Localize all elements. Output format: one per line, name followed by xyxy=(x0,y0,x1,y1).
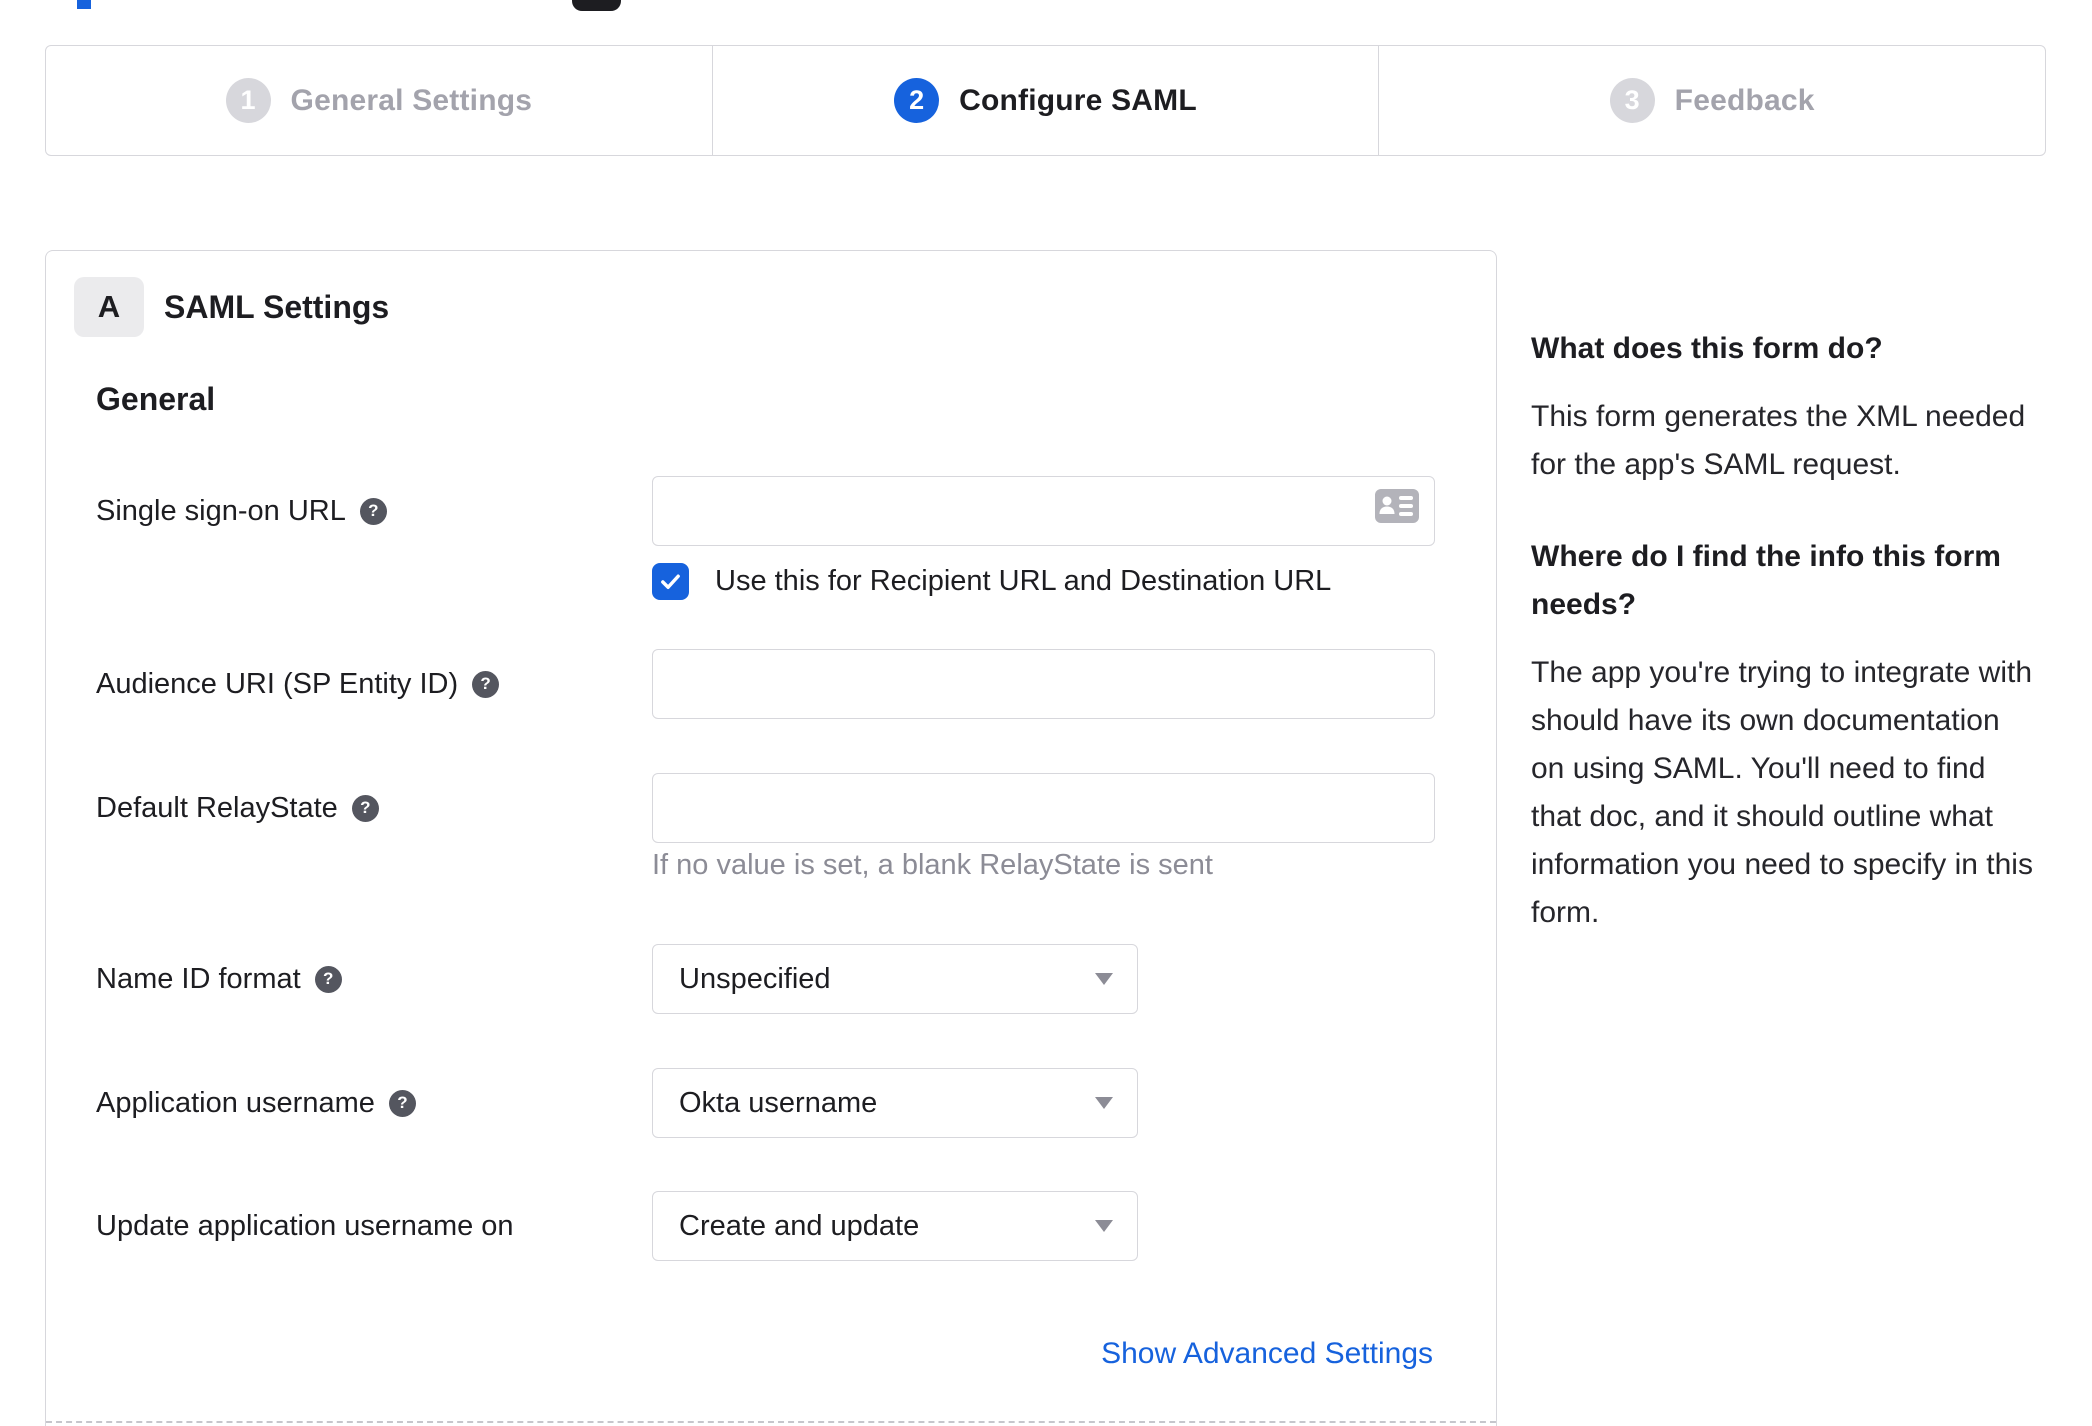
name-id-format-select[interactable]: Unspecified xyxy=(652,944,1138,1014)
audience-uri-input[interactable] xyxy=(652,649,1435,719)
help-heading-what: What does this form do? xyxy=(1531,332,1883,365)
step-configure-saml[interactable]: 2 Configure SAML xyxy=(711,46,1379,155)
relay-state-label: Default RelayState ? xyxy=(96,773,379,843)
show-advanced-settings-link[interactable]: Show Advanced Settings xyxy=(1101,1337,1433,1371)
help-sidebar: What does this form do? This form genera… xyxy=(1531,325,2036,937)
step-2-label: Configure SAML xyxy=(959,83,1197,117)
app-username-label-text: Application username xyxy=(96,1086,375,1119)
checkmark-icon xyxy=(661,574,680,589)
sso-url-input[interactable] xyxy=(652,476,1435,546)
step-3-number-badge: 3 xyxy=(1609,78,1655,123)
audience-uri-label: Audience URI (SP Entity ID) ? xyxy=(96,649,500,719)
cutoff-blue-fragment xyxy=(77,0,91,9)
cutoff-app-logo-fragment xyxy=(572,0,621,11)
step-1-label: General Settings xyxy=(290,83,533,117)
update-app-username-select[interactable]: Create and update xyxy=(652,1191,1138,1261)
chevron-down-icon xyxy=(1095,973,1113,985)
update-app-username-value: Create and update xyxy=(679,1209,920,1242)
name-id-format-label: Name ID format ? xyxy=(96,944,342,1014)
update-app-username-label: Update application username on xyxy=(96,1191,514,1261)
wizard-stepper: 1 General Settings 2 Configure SAML 3 Fe… xyxy=(45,45,2046,156)
help-heading-where: Where do I find the info this form needs… xyxy=(1531,540,2001,621)
name-id-format-help-icon[interactable]: ? xyxy=(314,965,342,993)
audience-uri-help-icon[interactable]: ? xyxy=(472,670,500,698)
help-para-what: This form generates the XML needed for t… xyxy=(1531,400,2026,481)
name-id-format-value: Unspecified xyxy=(679,962,831,995)
saml-settings-panel: A SAML Settings General Single sign-on U… xyxy=(45,250,1497,1426)
step-feedback[interactable]: 3 Feedback xyxy=(1378,46,2045,155)
recipient-url-checkbox-row: Use this for Recipient URL and Destinati… xyxy=(652,561,1331,601)
chevron-down-icon xyxy=(1095,1220,1113,1232)
app-username-select[interactable]: Okta username xyxy=(652,1068,1138,1138)
sso-url-input-wrap xyxy=(652,476,1435,546)
saml-setup-wizard-screen: 1 General Settings 2 Configure SAML 3 Fe… xyxy=(0,0,2092,1426)
section-title: SAML Settings xyxy=(164,288,390,325)
general-group-heading: General xyxy=(96,381,216,417)
help-para-where: The app you're trying to integrate with … xyxy=(1531,656,2033,929)
audience-uri-label-text: Audience URI (SP Entity ID) xyxy=(96,667,459,700)
relay-state-help-icon[interactable]: ? xyxy=(351,794,379,822)
section-a-badge: A xyxy=(74,277,144,337)
step-3-label: Feedback xyxy=(1674,83,1815,117)
step-2-number-badge: 2 xyxy=(894,78,940,123)
app-username-help-icon[interactable]: ? xyxy=(388,1089,416,1117)
sso-url-label: Single sign-on URL ? xyxy=(96,476,387,546)
relay-state-label-text: Default RelayState xyxy=(96,791,338,824)
step-1-number-badge: 1 xyxy=(225,78,271,123)
recipient-url-checkbox-label: Use this for Recipient URL and Destinati… xyxy=(715,564,1332,597)
section-dashed-divider xyxy=(46,1421,1496,1423)
update-app-username-label-text: Update application username on xyxy=(96,1209,514,1242)
name-id-format-label-text: Name ID format xyxy=(96,962,301,995)
relay-state-hint: If no value is set, a blank RelayState i… xyxy=(652,849,1213,881)
chevron-down-icon xyxy=(1095,1097,1113,1109)
sso-url-label-text: Single sign-on URL xyxy=(96,494,346,527)
app-username-value: Okta username xyxy=(679,1086,878,1119)
recipient-url-checkbox[interactable] xyxy=(652,562,689,600)
relay-state-input[interactable] xyxy=(652,773,1435,843)
sso-url-help-icon[interactable]: ? xyxy=(359,497,387,525)
step-general-settings[interactable]: 1 General Settings xyxy=(46,46,712,155)
app-username-label: Application username ? xyxy=(96,1068,416,1138)
